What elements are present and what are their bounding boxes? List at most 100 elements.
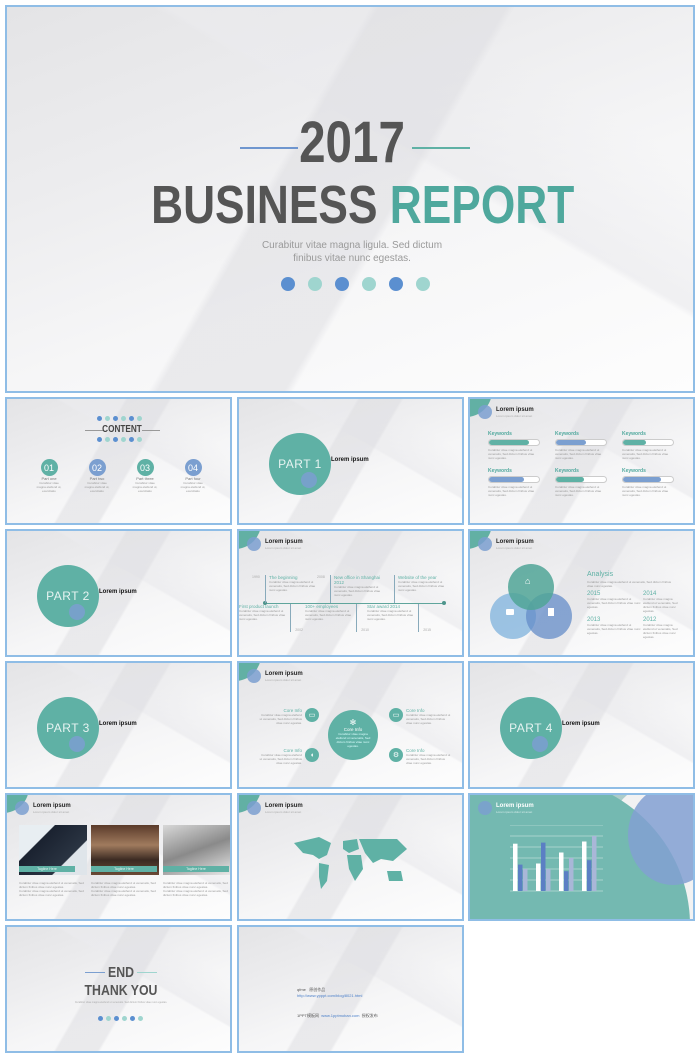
progress-bar [622,439,674,446]
slide-analysis[interactable]: Lorem ipsum Lorem ipsum dolor sit amet ⌂ … [468,529,695,657]
slide-credits[interactable]: qfme 原创作品 http://www.ypppt.com/blog/8021.… [237,925,464,1053]
slide-chart[interactable]: Lorem ipsum Lorem ipsum dolor sit amet [468,793,695,921]
dots-bottom [97,437,142,442]
progress-bar [622,476,674,483]
slide-world-map[interactable]: Lorem ipsum Lorem ipsum dolor sit amet [237,793,464,921]
slide-title: Lorem ipsum [496,407,534,413]
bullet-text: Curabitur vitae magna eleifend ut venena… [163,889,228,897]
bar [541,842,546,891]
slide-subtitle: Lorem ipsum dolor sit amet [496,414,533,418]
title-report: REPORT [389,175,575,235]
header-circle [478,537,492,551]
item-desc: Curabitur vitae magna eleifend ut, exerc… [132,481,158,493]
core-item-desc: Curabitur vitae magna eleifend ut venena… [406,753,451,765]
bar [536,863,541,891]
core-item-desc: Curabitur vitae magna eleifend ut venena… [259,753,302,765]
site-link[interactable]: www.1pptmoban.com [321,1013,359,1018]
header-circle [478,405,492,419]
core-desc: Curabitur vitae magna eleifend ut venena… [335,732,371,748]
header-circle [247,669,261,683]
cover-dots [281,277,430,291]
original-label: 原创作品 [309,987,326,992]
slide-title: Lorem ipsum [265,803,303,809]
timeline-event: 1990 The beginning Curabitur vitae magna e… [252,575,320,603]
event-year: 2015 [423,628,431,632]
slide-part-1[interactable]: PART 1 Lorem ipsum [237,397,464,525]
year-desc: Curabitur vitae magna eleifend ut venena… [587,597,641,609]
slide-title: Lorem ipsum [496,539,534,545]
content-item[interactable]: 02 Part two Curabitur vitae magna eleifend… [83,459,111,493]
end-title: END [108,964,134,981]
monitor-icon: ▭ [389,708,403,722]
keyword-label: Keywords [555,468,579,474]
keyword-item: Keywords Curabitur vitae magna eleifend … [555,468,622,497]
slide-keywords[interactable]: Lorem ipsum Lorem ipsum dolor sit amet Ke… [468,397,695,525]
keyword-item: Keywords Curabitur vitae magna eleifend … [488,431,555,460]
timeline-event: 2010 100+ employees Curabitur vitae magna … [302,604,369,632]
slide-subtitle: Lorem ipsum dolor sit amet [265,810,302,814]
year-desc: Curabitur vitae magna eleifend ut venena… [587,623,641,635]
part-title: Lorem ipsum [331,457,369,463]
slide-subtitle: Lorem ipsum dolor sit amet [33,810,70,814]
bar [559,852,564,891]
source-link[interactable]: http://www.ypppt.com/blog/8021.html [297,993,362,998]
content-item[interactable]: 04 Part four Curabitur vitae magna eleifen… [179,459,207,493]
core-circle: ✻ Core Info Curabitur vitae magna eleifend… [328,710,378,760]
core-item-desc: Curabitur vitae magna eleifend ut venena… [259,713,302,725]
venn-circle-top [508,564,554,610]
slide-timeline[interactable]: Lorem ipsum Lorem ipsum dolor sit amet 19… [237,529,464,657]
divider [142,430,160,431]
keyword-desc: Curabitur vitae magna eleifend ut venena… [555,448,602,460]
slide-part-2[interactable]: PART 2 Lorem ipsum [5,529,232,657]
credit-line-2: 1PPT模板网 www.1pptmoban.com 授权发布 [297,1013,378,1019]
item-number: 02 [88,459,106,476]
keyword-label: Keywords [488,468,512,474]
keyword-label: Keywords [622,468,646,474]
slide-end[interactable]: END THANK YOU Curabitur vitae magna elei… [5,925,232,1053]
event-desc: Curabitur vitae magna eleifend ut venena… [269,580,316,592]
keyword-label: Keywords [488,431,512,437]
progress-bar [555,476,607,483]
bar [523,869,528,891]
slide-subtitle: Lorem ipsum dolor sit amet [496,810,533,814]
site-name: 1PPT模板网 [297,1013,320,1018]
slide-content[interactable]: CONTENT 01 Part one Curabitur vitae magna … [5,397,232,525]
photo-card: Tagline Here Curabitur vitae magna eleife… [19,825,87,897]
keyword-label: Keywords [555,431,579,437]
part-circle: PART 3 [37,697,99,759]
timeline-events: 1990 The beginning Curabitur vitae magna e… [239,531,462,655]
bullet-text: Curabitur vitae magna eleifend ut venena… [19,881,84,889]
credit-line-1: qfme 原创作品 http://www.ypppt.com/blog/8021.… [297,987,362,998]
event-desc: Curabitur vitae magna eleifend ut venena… [305,609,352,621]
tagline: Tagline Here [91,866,157,872]
analysis-years: 2015 Curabitur vitae magna eleifend ut ve… [587,591,683,639]
keyword-item: Keywords Curabitur vitae magna eleifend … [555,431,622,460]
monitor-icon: ▭ [305,708,319,722]
authorized-label: 授权发布 [361,1013,378,1018]
part-accent-circle [69,604,85,620]
keyword-item: Keywords Curabitur vitae magna eleifend … [488,468,555,497]
slide-part-3[interactable]: PART 3 Lorem ipsum [5,661,232,789]
header-circle [478,801,492,815]
content-item[interactable]: 03 Part three Curabitur vitae magna eleife… [131,459,159,493]
part-circle: PART 4 [500,697,562,759]
part-title: Lorem ipsum [99,589,137,595]
bullet-text: Curabitur vitae magna eleifend ut venena… [91,889,156,897]
slide-title: Lorem ipsum [496,803,534,809]
photo-card: Tagline Here Curabitur vitae magna eleife… [163,825,230,897]
content-item[interactable]: 01 Part one Curabitur vitae magna eleifend… [35,459,63,493]
author: qfme [297,987,306,992]
slide-cover[interactable]: 2017 BUSINESS REPORT Curabitur vitae mag… [5,5,695,393]
keyword-desc: Curabitur vitae magna eleifend ut venena… [555,485,602,497]
part-accent-circle [532,736,548,752]
analysis-desc: Curabitur vitae magna eleifend ut venena… [587,580,672,588]
slide-core-info[interactable]: Lorem ipsum Lorem ipsum dolor sit amet ✻ C… [237,661,464,789]
header-circle [15,801,29,815]
slide-photos[interactable]: Lorem ipsum Lorem ipsum dolor sit amet Ta… [5,793,232,921]
bar [513,843,518,891]
slide-part-4[interactable]: PART 4 Lorem ipsum [468,661,695,789]
slide-title: Lorem ipsum [33,803,71,809]
atom-icon: ✻ [349,718,357,727]
subtitle-line: Curabitur vitae magna ligula. Sed dictum [261,240,443,251]
home-icon: ⌂ [525,576,531,586]
